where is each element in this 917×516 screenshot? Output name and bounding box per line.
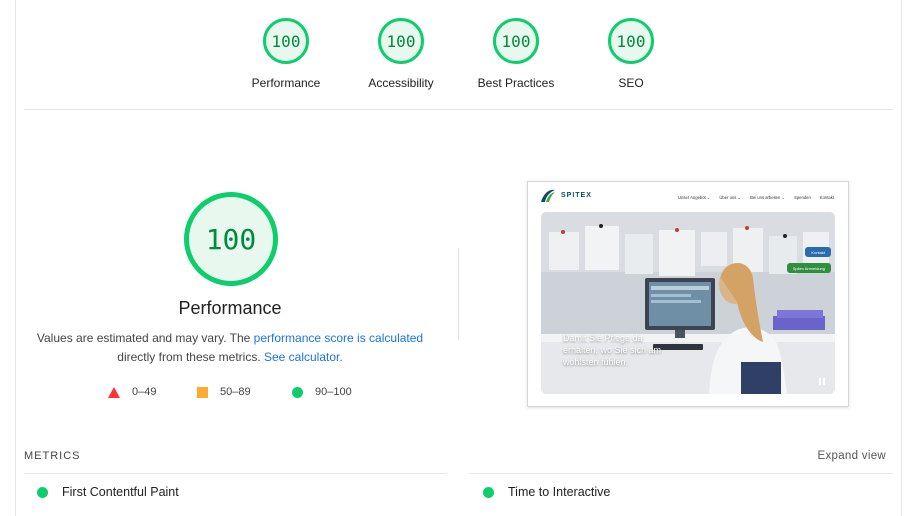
pass-circle-icon	[37, 486, 48, 498]
site-nav-item: Über uns ⌄	[719, 195, 742, 200]
performance-score-link[interactable]: performance score is calculated	[254, 331, 423, 345]
metric-label: Time to Interactive	[508, 485, 611, 499]
performance-description: Values are estimated and may vary. The p…	[36, 329, 424, 367]
hero-line: Damit Sie Pflege da	[563, 333, 643, 343]
legend-range: 50–89	[220, 386, 251, 398]
report-border-right	[901, 0, 902, 516]
spitex-logo-icon	[541, 189, 555, 202]
header-divider	[24, 109, 893, 110]
metric-time-to-interactive: Time to Interactive	[483, 485, 610, 499]
score-ring: 100	[263, 18, 309, 64]
site-signup-button: Spitex Anmeldung	[786, 263, 831, 273]
report-border-left	[15, 0, 16, 516]
desc-text-1: Values are estimated and may vary. The	[36, 331, 254, 345]
final-screenshot[interactable]: SPITEX Unser Angebot ⌄ Über uns ⌄ Bei un…	[527, 181, 849, 407]
gauge-accessibility[interactable]: 100 Accessibility	[341, 18, 461, 90]
metrics-heading: METRICS	[24, 450, 81, 462]
legend-fail: 0–49	[108, 384, 156, 400]
site-logo-text: SPITEX	[561, 192, 592, 199]
gauge-label: Accessibility	[368, 76, 434, 90]
metrics-divider-left	[24, 473, 447, 474]
expand-view-button[interactable]: Expand view	[790, 450, 886, 462]
metric-first-contentful-paint: First Contentful Paint	[37, 485, 179, 499]
legend-range: 90–100	[315, 386, 352, 398]
legend-pass: 90–100	[292, 384, 352, 400]
score-ring: 100	[608, 18, 654, 64]
site-nav-item: Spenden	[794, 195, 811, 200]
pass-circle-icon	[483, 486, 494, 498]
hero-image: Kontakt Spitex Anmeldung Damit Sie Pfleg…	[541, 212, 835, 394]
performance-title: Performance	[178, 298, 282, 318]
hero-line: wohlsten fühlen.	[563, 357, 629, 367]
site-nav-item: Unser Angebot ⌄	[678, 195, 711, 200]
gauge-performance[interactable]: 100 Performance	[226, 18, 346, 90]
performance-score-ring: 100	[184, 192, 278, 286]
gauge-seo[interactable]: 100 SEO	[571, 18, 691, 90]
site-contact-button: Kontakt	[805, 247, 831, 257]
calculator-link[interactable]: See calculator.	[264, 350, 343, 364]
category-gauges: 100 Performance 100 Accessibility 100 Be…	[24, 12, 893, 100]
site-nav-items: Unser Angebot ⌄ Über uns ⌄ Bei uns arbei…	[678, 195, 834, 200]
hero-line: erhalten, wo Sie sich am	[563, 345, 662, 355]
metric-label: First Contentful Paint	[62, 485, 179, 499]
score-ring: 100	[493, 18, 539, 64]
lighthouse-report: 100 Performance 100 Accessibility 100 Be…	[0, 0, 917, 516]
score-ring: 100	[378, 18, 424, 64]
circle-icon	[292, 386, 303, 398]
hero-headline: Damit Sie Pflege da erhalten, wo Sie sic…	[563, 332, 661, 368]
gauge-best-practices[interactable]: 100 Best Practices	[456, 18, 576, 90]
legend-range: 0–49	[132, 386, 157, 398]
gauge-label: Best Practices	[477, 76, 555, 90]
summary-divider	[458, 248, 459, 340]
site-nav-item: Kontakt	[819, 195, 834, 200]
desc-text-2: directly from these metrics.	[117, 350, 264, 364]
pause-icon	[818, 378, 826, 386]
square-icon	[197, 386, 208, 398]
gauge-label: Performance	[251, 76, 321, 90]
gauge-label: SEO	[618, 76, 644, 90]
legend-average: 50–89	[197, 384, 251, 400]
triangle-icon	[108, 386, 120, 398]
metrics-divider-right	[469, 473, 893, 474]
site-navbar: SPITEX Unser Angebot ⌄ Über uns ⌄ Bei un…	[528, 182, 848, 210]
site-nav-item: Bei uns arbeiten ⌄	[750, 195, 786, 200]
